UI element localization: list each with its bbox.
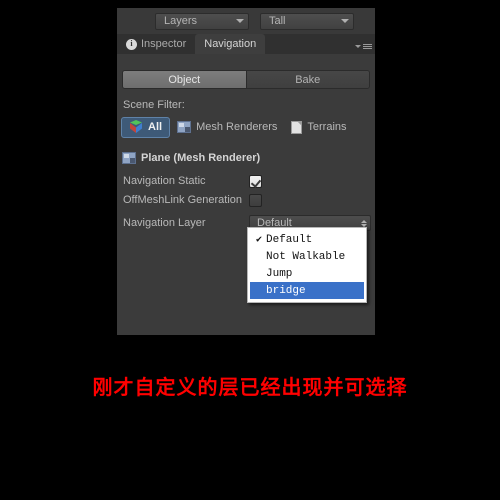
tab-inspector[interactable]: i Inspector xyxy=(117,34,196,54)
terrain-icon xyxy=(291,120,303,134)
dropdown-item-label: bridge xyxy=(266,284,306,297)
property-row-navigation-static: Navigation Static xyxy=(123,173,262,189)
property-label: OffMeshLink Generation xyxy=(123,194,243,206)
layers-dropdown[interactable]: Layers xyxy=(155,12,249,30)
property-row-offmeshlink-generation: OffMeshLink Generation xyxy=(123,192,262,208)
scene-filter-mesh-renderers[interactable]: Mesh Renderers xyxy=(170,117,284,138)
window-toolbar: Layers Tall xyxy=(117,8,375,34)
navigation-layer-dropdown-list: ✔ Default Not Walkable Jump bridge xyxy=(247,227,367,303)
property-label: Navigation Static xyxy=(123,175,206,187)
mesh-renderer-icon xyxy=(177,121,192,133)
screenshot-root: Layers Tall i Inspector Navigation Objec… xyxy=(0,0,500,500)
cube-icon xyxy=(129,120,143,134)
property-label: Navigation Layer xyxy=(123,217,206,229)
chevron-down-icon xyxy=(236,19,244,23)
dropdown-item-label: Not Walkable xyxy=(266,250,346,263)
layout-dropdown[interactable]: Tall xyxy=(260,12,354,30)
dropdown-item-not-walkable[interactable]: Not Walkable xyxy=(250,248,364,265)
dropdown-item-jump[interactable]: Jump xyxy=(250,265,364,282)
scene-filter-mesh-renderers-label: Mesh Renderers xyxy=(196,121,278,133)
hamburger-menu-icon[interactable] xyxy=(355,40,372,52)
scene-filter-all-label: All xyxy=(148,121,163,133)
check-icon: ✔ xyxy=(255,234,263,246)
tab-strip: i Inspector Navigation xyxy=(117,34,375,54)
updown-arrows-icon xyxy=(361,219,367,227)
tab-object-label: Object xyxy=(168,73,201,86)
tab-inspector-label: Inspector xyxy=(141,38,187,50)
chevron-down-icon xyxy=(341,19,349,23)
selected-object-header: Plane (Mesh Renderer) xyxy=(122,152,260,164)
navigation-static-checkbox[interactable] xyxy=(249,174,262,188)
dropdown-item-label: Default xyxy=(266,233,313,246)
scene-filter-label: Scene Filter: xyxy=(123,99,185,111)
scene-filter-terrains-label: Terrains xyxy=(307,121,347,133)
dropdown-item-label: Jump xyxy=(266,267,293,280)
layers-dropdown-label: Layers xyxy=(164,14,198,27)
tab-navigation-label: Navigation xyxy=(204,38,257,50)
scene-filter-group: All Mesh Renderers Terrains xyxy=(121,116,354,138)
annotation-caption: 刚才自定义的层已经出现并可选择 xyxy=(92,375,408,399)
tab-navigation[interactable]: Navigation xyxy=(195,34,266,54)
layout-dropdown-label: Tall xyxy=(269,14,286,27)
tab-bake-label: Bake xyxy=(295,73,321,86)
navigation-mode-tabs: Object Bake xyxy=(122,70,370,89)
tab-object[interactable]: Object xyxy=(123,71,247,88)
scene-filter-all[interactable]: All xyxy=(121,116,171,138)
tab-bake[interactable]: Bake xyxy=(246,71,369,88)
dropdown-item-bridge[interactable]: bridge xyxy=(250,282,364,299)
scene-filter-terrains[interactable]: Terrains xyxy=(284,117,353,138)
dropdown-item-default[interactable]: ✔ Default xyxy=(250,231,364,248)
offmeshlink-generation-checkbox[interactable] xyxy=(249,193,262,207)
mesh-renderer-icon xyxy=(122,152,136,164)
selected-object-title: Plane (Mesh Renderer) xyxy=(141,152,261,164)
info-circle-icon: i xyxy=(126,38,137,50)
